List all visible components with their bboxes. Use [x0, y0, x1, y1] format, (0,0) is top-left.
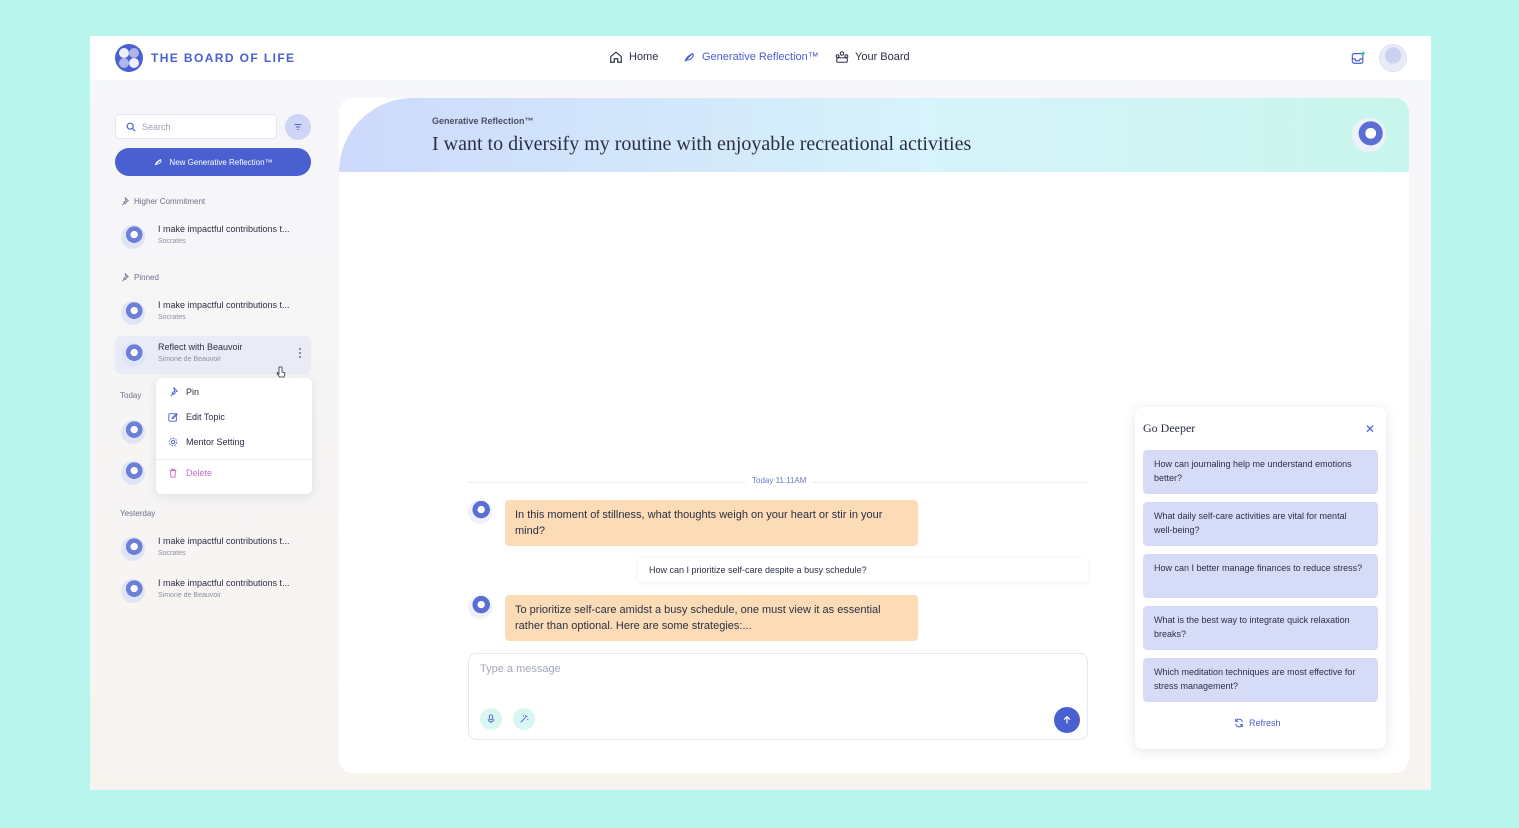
conversation-title: Reflect with Beauvoir [158, 342, 243, 352]
nav-home[interactable]: Home [609, 50, 658, 64]
conversation-title: I make impactful contributions t... [158, 300, 290, 310]
conversation-title: I make impactful contributions t... [158, 224, 290, 234]
bot-message: In this moment of stillness, what though… [505, 500, 918, 546]
search-input[interactable] [142, 121, 262, 132]
search-box[interactable] [115, 114, 277, 139]
close-icon[interactable]: ✕ [1365, 422, 1375, 436]
conversation-title: I make impactful contributions t... [158, 536, 290, 546]
mentor-avatar[interactable] [1352, 118, 1386, 152]
menu-item-label: Edit Topic [186, 412, 225, 422]
conversation-mentor: Socrates [158, 550, 186, 557]
magic-button[interactable] [513, 708, 535, 730]
search-icon [126, 122, 136, 132]
user-avatar[interactable] [1379, 44, 1407, 72]
app-name[interactable]: THE BOARD OF LIFE [151, 51, 295, 65]
page-title: I want to diversify my routine with enjo… [432, 133, 972, 155]
refresh-icon [1235, 718, 1243, 728]
pin-icon [121, 273, 129, 282]
nav-home-label: Home [629, 51, 659, 63]
menu-item-edit-topic[interactable]: Edit Topic [168, 412, 225, 422]
nav-your-board[interactable]: Your Board [835, 50, 910, 64]
menu-item-mentor-setting[interactable]: Mentor Setting [168, 437, 245, 447]
app-window: THE BOARD OF LIFE Home Generative Reflec… [90, 36, 1431, 790]
filter-icon [294, 123, 302, 131]
section-yesterday: Yesterday [120, 509, 155, 518]
microphone-button[interactable] [480, 708, 502, 730]
conversation-mentor: Simone de Beauvoir [158, 356, 222, 363]
inbox-icon[interactable] [1351, 51, 1365, 65]
message-input[interactable] [480, 663, 1060, 675]
conversation-mentor: Simone de Beauvoir [158, 592, 222, 599]
cursor-icon [276, 366, 286, 378]
trash-icon [169, 468, 177, 478]
refresh-label: Refresh [1249, 718, 1281, 728]
menu-item-delete[interactable]: Delete [168, 468, 212, 478]
mentor-avatar [121, 301, 145, 325]
menu-item-label: Mentor Setting [186, 437, 245, 447]
section-label: Today [120, 391, 142, 400]
conversation-item[interactable]: I make impactful contributions t... Socr… [115, 218, 311, 256]
mentor-avatar [121, 537, 145, 561]
mentor-avatar [121, 579, 145, 603]
nav-board-label: Your Board [855, 51, 910, 63]
arrow-up-icon [1063, 715, 1071, 724]
menu-divider [156, 459, 312, 460]
conversation-mentor: Socrates [158, 314, 186, 321]
mentor-avatar [468, 595, 492, 619]
top-bar: THE BOARD OF LIFE Home Generative Reflec… [90, 36, 1431, 80]
conversation-item[interactable]: I make impactful contributions t... Socr… [115, 530, 311, 568]
mentor-avatar [468, 500, 492, 524]
mentor-avatar [121, 343, 145, 367]
feather-icon [154, 158, 162, 166]
send-button[interactable] [1054, 707, 1080, 733]
chat-header: Generative Reflection™ I want to diversi… [339, 98, 1409, 172]
suggestion-item[interactable]: Which meditation techniques are most eff… [1143, 658, 1378, 702]
conversation-item[interactable]: I make impactful contributions t... Socr… [115, 294, 311, 332]
more-options-icon[interactable] [298, 348, 302, 362]
new-reflection-button[interactable]: New Generative Reflection™ [115, 148, 311, 176]
bot-message: To prioritize self-care amidst a busy sc… [505, 595, 918, 641]
mentor-avatar[interactable] [121, 461, 145, 485]
header-label: Generative Reflection™ [432, 116, 534, 126]
go-deeper-panel: Go Deeper ✕ How can journaling help me u… [1135, 407, 1386, 749]
conversation-title: I make impactful contributions t... [158, 578, 290, 588]
pin-icon [170, 387, 178, 397]
nav-generative-reflection[interactable]: Generative Reflection™ [682, 50, 819, 64]
feather-icon [684, 52, 694, 62]
menu-item-pin[interactable]: Pin [168, 387, 199, 397]
suggestion-item[interactable]: How can journaling help me understand em… [1143, 450, 1378, 494]
suggestion-item[interactable]: What is the best way to integrate quick … [1143, 606, 1378, 650]
magic-wand-icon [520, 714, 529, 723]
go-deeper-title: Go Deeper [1143, 421, 1196, 435]
section-label: Pinned [134, 273, 159, 282]
section-higher-commitment: Higher Commitment [120, 197, 205, 206]
mentor-avatar [121, 225, 145, 249]
conversation-mentor: Socrates [158, 238, 186, 245]
section-label: Higher Commitment [134, 197, 206, 206]
section-today: Today [120, 391, 141, 400]
conversation-item[interactable]: I make impactful contributions t... Simo… [115, 572, 311, 610]
mentor-avatar[interactable] [121, 420, 145, 444]
timestamp: Today 11:11AM [746, 476, 813, 485]
microphone-icon [487, 714, 495, 724]
board-icon [835, 51, 849, 63]
section-pinned: Pinned [120, 273, 159, 282]
suggestion-item[interactable]: What daily self-care activities are vita… [1143, 502, 1378, 546]
logo-icon[interactable] [115, 44, 143, 72]
user-message: How can I prioritize self-care despite a… [638, 558, 1088, 582]
suggestion-item[interactable]: How can I better manage finances to redu… [1143, 554, 1378, 598]
menu-item-label: Delete [186, 468, 213, 478]
context-menu: Pin Edit Topic Mentor Setting Delete [156, 378, 312, 494]
gear-icon [168, 437, 178, 447]
edit-icon [168, 413, 178, 422]
menu-item-label: Pin [186, 387, 200, 397]
filter-button[interactable] [285, 114, 311, 140]
nav-generative-label: Generative Reflection™ [702, 51, 819, 63]
home-icon [610, 51, 622, 63]
refresh-button[interactable]: Refresh [1234, 718, 1281, 728]
message-composer [468, 653, 1088, 740]
pin-icon [121, 197, 129, 206]
new-reflection-label: New Generative Reflection™ [169, 157, 273, 167]
section-label: Yesterday [120, 509, 156, 518]
